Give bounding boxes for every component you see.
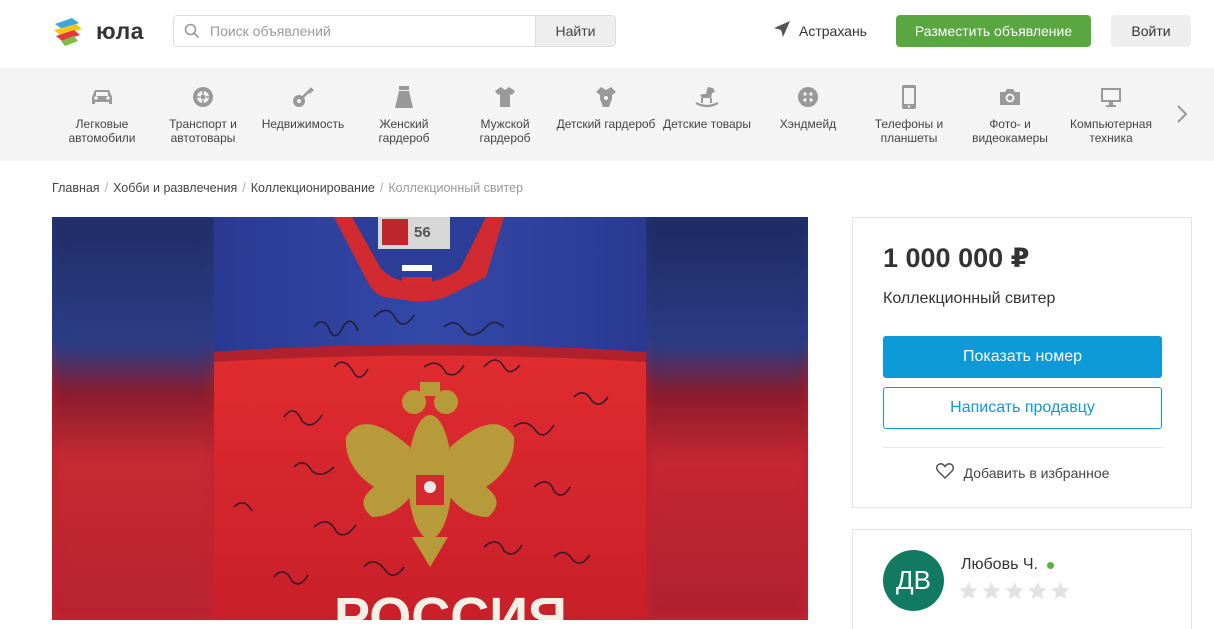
listing-price: 1 000 000 ₽	[883, 243, 1030, 273]
phone-icon	[859, 83, 959, 111]
star-icon	[982, 582, 1001, 600]
search-input[interactable]	[210, 16, 535, 46]
jersey-number: 56	[414, 224, 431, 241]
search-icon	[174, 16, 210, 46]
photo-blur-right	[646, 217, 808, 620]
search-bar: Найти	[173, 15, 616, 47]
category-label: Компьютерная техника	[1070, 117, 1152, 145]
photo-gallery[interactable]: 56 РОССИЯ	[52, 217, 808, 620]
star-icon	[1051, 582, 1070, 600]
logo-text: юла	[96, 17, 144, 44]
wheel-icon	[153, 83, 253, 111]
category-label: Недвижимость	[261, 117, 345, 131]
listing-photo[interactable]: 56 РОССИЯ	[214, 217, 646, 620]
category-cameras[interactable]: Фото- и видеокамеры	[960, 83, 1060, 145]
category-cars[interactable]: Легковые автомобили	[52, 83, 152, 145]
online-indicator	[1046, 561, 1054, 569]
logo[interactable]: юла	[52, 14, 144, 48]
location-label: Астрахань	[799, 22, 867, 39]
rocking-horse-icon	[657, 83, 757, 111]
listing-card: 1 000 000 ₽ Коллекционный свитер Показат…	[852, 217, 1192, 508]
category-men[interactable]: Мужской гардероб	[455, 83, 555, 145]
baby-clothes-icon	[556, 83, 656, 111]
heart-icon	[935, 463, 954, 482]
category-label: Фото- и видеокамеры	[972, 117, 1048, 145]
breadcrumb: Главная / Хобби и развлечения / Коллекционир…	[52, 181, 524, 195]
divider	[883, 447, 1162, 448]
location-arrow-icon	[773, 20, 791, 41]
category-label: Женский гардероб	[378, 117, 430, 145]
category-handmade[interactable]: Хэндмейд	[758, 83, 858, 131]
category-label: Хэндмейд	[779, 117, 837, 131]
category-label: Легковые автомобили	[68, 117, 136, 145]
breadcrumb-home[interactable]: Главная	[52, 181, 100, 195]
category-kids-goods[interactable]: Детские товары	[657, 83, 757, 131]
car-icon	[52, 83, 152, 111]
chevron-right-icon[interactable]	[1172, 102, 1192, 126]
favorite-label: Добавить в избранное	[963, 464, 1110, 481]
shirt-icon	[455, 83, 555, 111]
seller-name: Любовь Ч.	[961, 556, 1038, 573]
category-bar: Легковые автомобили Транспорт и автотова…	[0, 68, 1214, 161]
header: юла Найти Астрахань Разместить объявлени…	[0, 0, 1214, 68]
category-label: Мужской гардероб	[479, 117, 531, 145]
logo-icon	[52, 14, 86, 48]
star-icon	[1005, 582, 1024, 600]
seller-rating	[959, 582, 1074, 600]
monitor-icon	[1061, 83, 1161, 111]
key-icon	[253, 83, 353, 111]
category-label: Телефоны и планшеты	[874, 117, 944, 145]
skirt-icon	[354, 83, 454, 111]
camera-icon	[960, 83, 1060, 111]
write-seller-button[interactable]: Написать продавцу	[883, 387, 1162, 429]
avatar[interactable]: ДВ	[883, 550, 944, 611]
search-button[interactable]: Найти	[535, 16, 615, 46]
category-kids-clothes[interactable]: Детский гардероб	[556, 83, 656, 131]
category-women[interactable]: Женский гардероб	[354, 83, 454, 145]
add-favorite-button[interactable]: Добавить в избранное	[883, 463, 1162, 482]
listing-title: Коллекционный свитер	[883, 290, 1056, 307]
login-button[interactable]: Войти	[1111, 15, 1191, 47]
category-label: Детские товары	[663, 117, 751, 131]
star-icon	[959, 582, 978, 600]
button-icon	[758, 83, 858, 111]
photo-blur-left	[52, 217, 214, 620]
category-label: Транспорт и автотовары	[169, 117, 237, 145]
breadcrumb-current: Коллекционный свитер	[388, 181, 524, 195]
post-ad-button[interactable]: Разместить объявление	[896, 15, 1091, 47]
category-transport[interactable]: Транспорт и автотовары	[153, 83, 253, 145]
seller-card: ДВ Любовь Ч.	[852, 529, 1192, 629]
category-label: Детский гардероб	[556, 117, 656, 131]
seller-name-row[interactable]: Любовь Ч.	[961, 556, 1054, 574]
star-icon	[1028, 582, 1047, 600]
breadcrumb-hobby[interactable]: Хобби и развлечения	[113, 181, 237, 195]
category-phones[interactable]: Телефоны и планшеты	[859, 83, 959, 145]
category-realty[interactable]: Недвижимость	[253, 83, 353, 131]
breadcrumb-collecting[interactable]: Коллекционирование	[251, 181, 375, 195]
location-selector[interactable]: Астрахань	[773, 20, 867, 41]
show-phone-button[interactable]: Показать номер	[883, 336, 1162, 378]
jersey-text: РОССИЯ	[334, 587, 567, 620]
category-computers[interactable]: Компьютерная техника	[1061, 83, 1161, 145]
